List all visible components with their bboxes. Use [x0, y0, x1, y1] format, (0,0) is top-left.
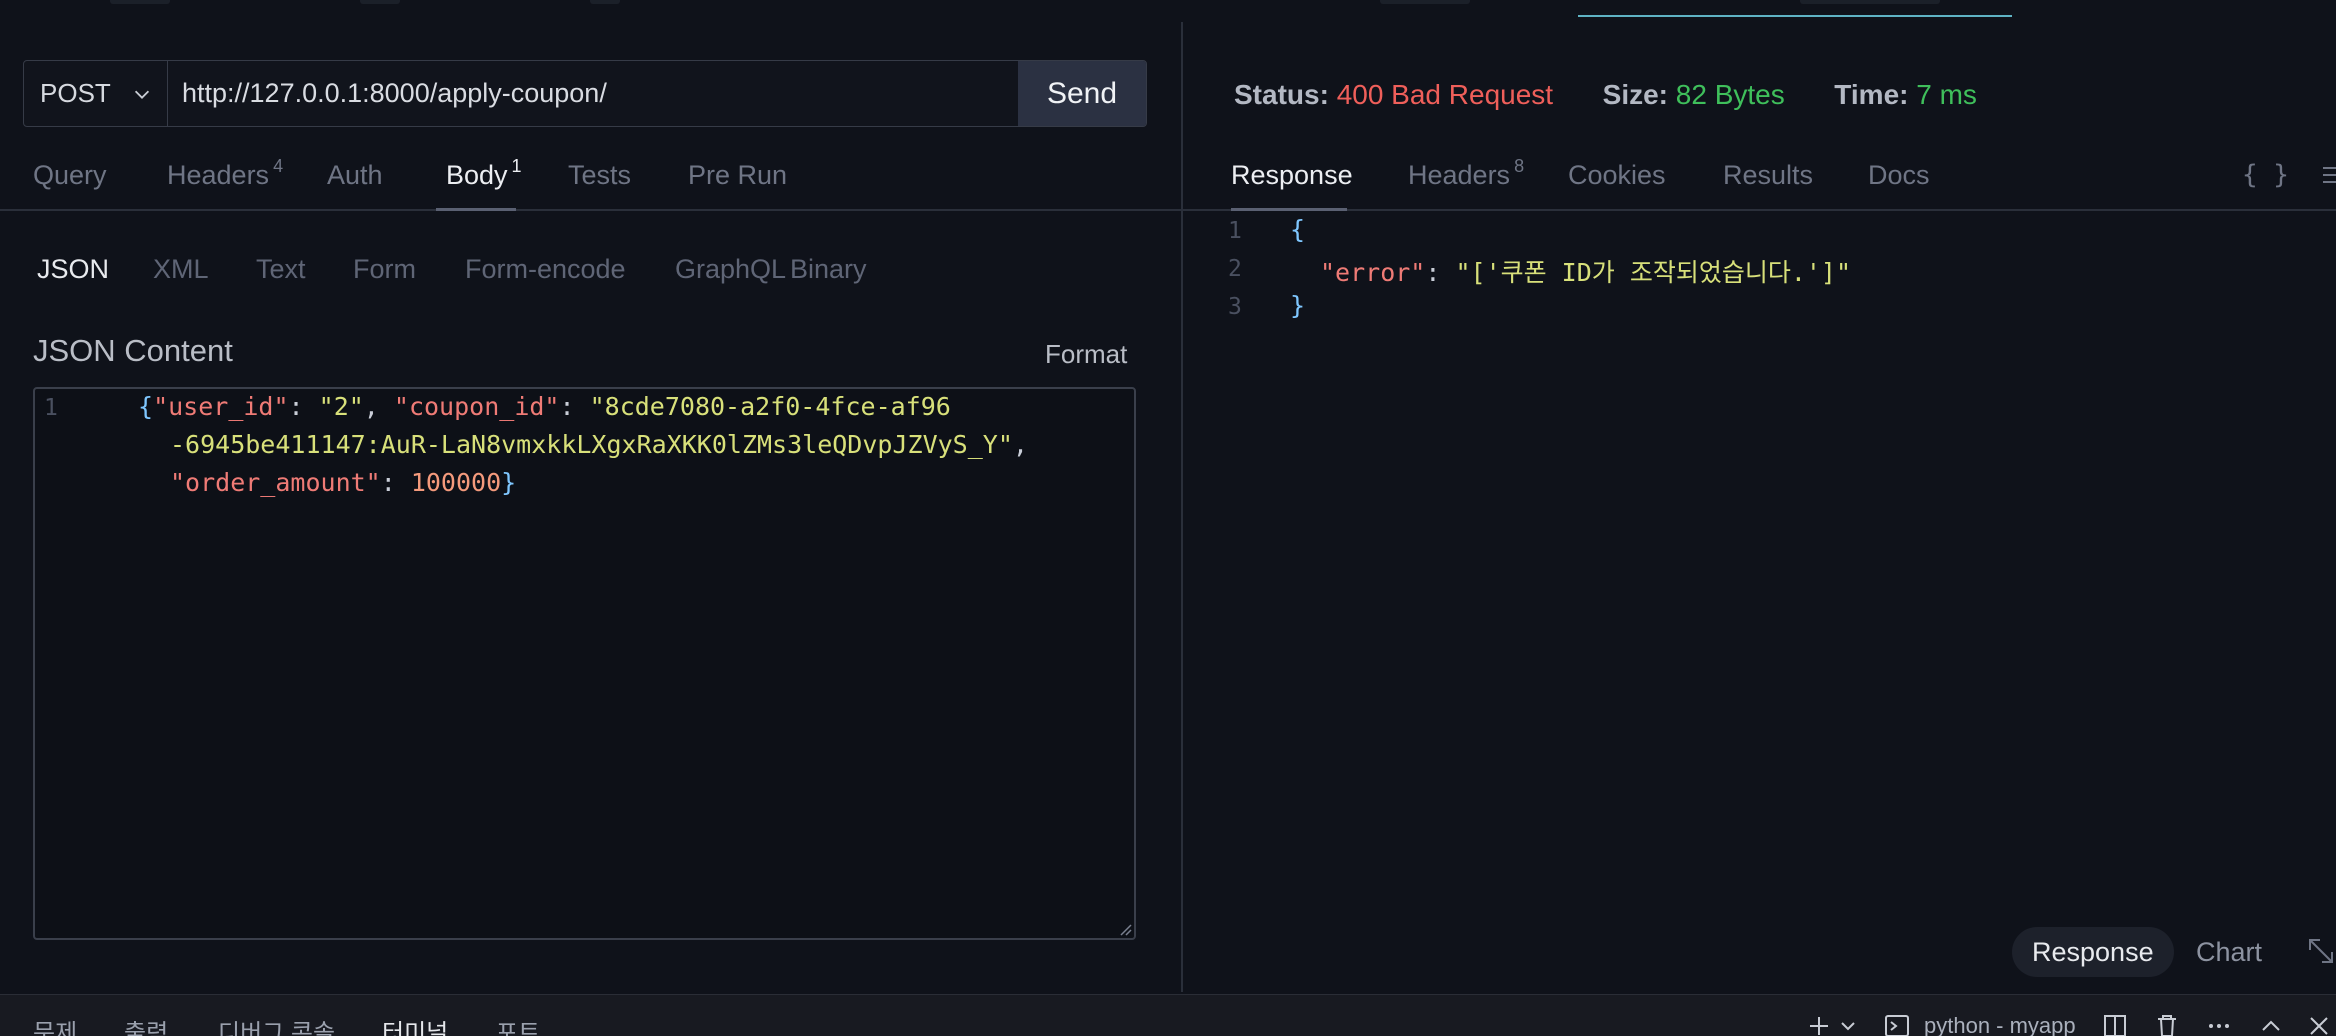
view-chart-button[interactable]: Chart [2196, 927, 2262, 977]
method-label: POST [40, 78, 111, 108]
resize-handle-icon[interactable] [1116, 920, 1132, 936]
body-type-xml[interactable]: XML [153, 254, 209, 285]
code-line: "order_amount": 100000} [170, 468, 517, 497]
body-type-graphql[interactable]: GraphQL [675, 254, 786, 285]
trash-icon[interactable] [2154, 1013, 2180, 1036]
request-url-bar: POST Send [23, 60, 1147, 127]
active-tab-underline [436, 208, 516, 211]
chevron-down-icon[interactable] [1838, 1013, 1858, 1036]
active-tab-underline [1231, 208, 1347, 211]
body-type-json[interactable]: JSON [37, 254, 109, 285]
size-label: Size: [1602, 79, 1668, 110]
status-label: Status: [1234, 79, 1329, 110]
bottom-tab-problems[interactable]: 문제 [33, 1013, 77, 1036]
top-active-tab-underline [1578, 15, 2012, 17]
chevron-down-icon [134, 90, 150, 99]
line-number: 2 [1228, 256, 1242, 282]
format-button[interactable]: Format [1045, 339, 1127, 370]
more-icon[interactable] [2206, 1013, 2232, 1036]
response-headers-count-badge: 8 [1514, 156, 1525, 176]
split-terminal-icon[interactable] [2102, 1013, 2128, 1036]
menu-icon[interactable] [2321, 164, 2336, 186]
view-response-button[interactable]: Response [2012, 927, 2174, 977]
tab-tests[interactable]: Tests [568, 160, 631, 191]
response-line: { [1290, 215, 1306, 244]
size-value: 82 Bytes [1675, 79, 1785, 110]
bottom-panel: 문제 출력 디버그 콘솔 터미널 포트 python - myapp [0, 994, 2336, 1036]
line-number: 3 [1228, 294, 1242, 320]
bottom-tab-terminal[interactable]: 터미널 [382, 1013, 448, 1036]
chevron-up-icon[interactable] [2258, 1013, 2284, 1036]
close-icon[interactable] [2306, 1013, 2332, 1036]
tab-headers[interactable]: Headers 4 [167, 156, 283, 191]
bottom-tab-ports[interactable]: 포트 [496, 1013, 540, 1036]
json-content-label: JSON Content [33, 333, 233, 368]
bottom-tab-debug-console[interactable]: 디버그 콘솔 [218, 1013, 335, 1036]
add-terminal-icon[interactable] [1806, 1013, 1832, 1036]
method-select[interactable]: POST [24, 61, 168, 126]
tab-docs[interactable]: Docs [1868, 160, 1930, 191]
body-type-form[interactable]: Form [353, 254, 416, 285]
terminal-name[interactable]: python - myapp [1924, 1013, 2076, 1036]
status-value: 400 Bad Request [1336, 79, 1554, 110]
tab-response-headers[interactable]: Headers 8 [1408, 156, 1524, 191]
terminal-icon [1885, 1015, 1909, 1036]
body-type-form-encode[interactable]: Form-encode [465, 254, 626, 285]
url-input[interactable] [168, 61, 1018, 126]
response-tabs: Response Headers 8 Cookies Results Docs {… [1183, 150, 2336, 211]
request-tabs: Query Headers 4 Auth Body 1 Tests Pre Run [0, 150, 1181, 211]
response-error-line: "error": "['쿠폰 ID가 조작되었습니다.']" [1320, 258, 1852, 287]
time-value: 7 ms [1916, 79, 1977, 110]
body-type-binary[interactable]: Binary [790, 254, 867, 285]
tab-query[interactable]: Query [33, 160, 107, 191]
tab-cookies[interactable]: Cookies [1568, 160, 1666, 191]
line-number: 1 [1228, 218, 1242, 244]
body-count-badge: 1 [511, 156, 522, 176]
line-number: 1 [44, 395, 58, 421]
headers-count-badge: 4 [273, 156, 284, 176]
tab-results[interactable]: Results [1723, 160, 1813, 191]
tab-body[interactable]: Body 1 [446, 156, 522, 191]
body-type-text[interactable]: Text [256, 254, 306, 285]
code-line: -6945be411147:AuR-LaN8vmxkkLXgxRaXKK0lZM… [170, 430, 1028, 459]
time-label: Time: [1834, 79, 1909, 110]
code-line: {"user_id": "2", "coupon_id": "8cde7080-… [138, 392, 951, 421]
response-line: } [1290, 291, 1306, 320]
expand-icon[interactable] [2306, 936, 2336, 966]
tab-auth[interactable]: Auth [327, 160, 383, 191]
tab-response[interactable]: Response [1231, 160, 1353, 191]
response-status-line: Status: 400 Bad Request Size: 82 Bytes T… [1234, 79, 1977, 111]
braces-icon[interactable]: { } [2242, 160, 2289, 190]
body-type-tabs: JSON XML Text Form Form-encode GraphQL B… [0, 248, 1181, 296]
tab-pre-run[interactable]: Pre Run [688, 160, 787, 191]
send-button[interactable]: Send [1018, 61, 1146, 126]
bottom-tab-output[interactable]: 출력 [124, 1013, 168, 1036]
